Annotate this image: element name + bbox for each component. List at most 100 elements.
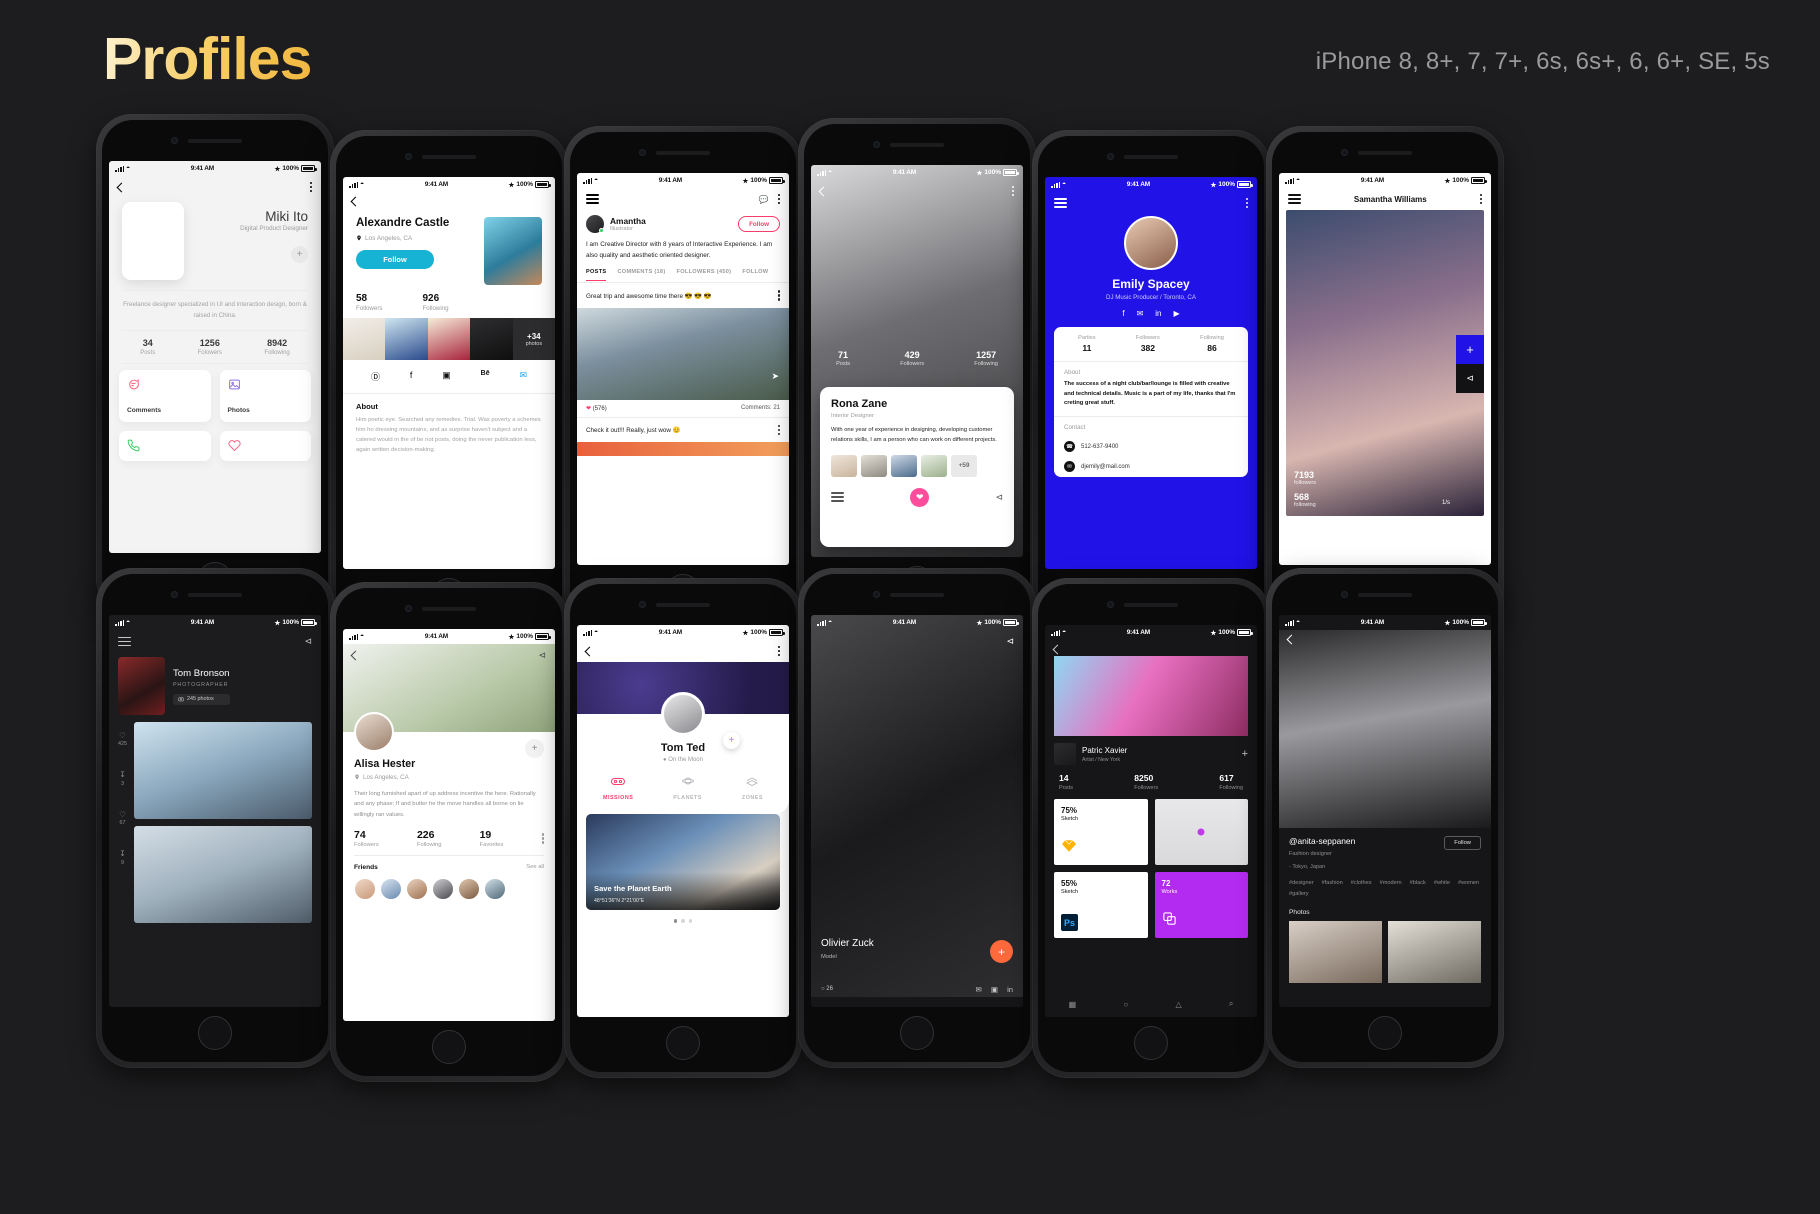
more-icon[interactable] [1245,198,1248,209]
menu-icon[interactable] [831,492,844,503]
card-photos[interactable]: Photos [219,369,311,422]
stat-following[interactable]: 1257 Following [974,350,998,367]
friend-avatar[interactable] [380,877,402,900]
share-icon[interactable]: ⊲ [995,492,1003,503]
stat-followers[interactable]: Followers 382 [1136,335,1160,353]
back-icon[interactable] [350,196,361,207]
photos-chip[interactable]: 245 photos [173,693,230,705]
tag[interactable]: #black [1410,880,1426,886]
card-comments[interactable]: Comments [119,369,211,422]
contact-email-row[interactable]: ✉ djemily@mail.com [1054,457,1248,477]
home-button[interactable] [900,1016,934,1050]
stat-likes[interactable]: ♡ 67 [119,809,126,826]
tab-posts[interactable]: POSTS [586,269,607,282]
back-icon[interactable] [350,650,361,661]
tile-sketch-55[interactable]: 55% Sketch Ps [1054,872,1148,938]
stat-followers[interactable]: 1256 Folowers [198,338,222,356]
share-icon[interactable]: ⊲ [1456,364,1484,394]
stat-following[interactable]: 617 Following [1219,773,1243,791]
post-2-image[interactable] [577,442,789,457]
comments-count[interactable]: ○ 26 [821,986,833,992]
tab-following[interactable]: FOLLOW [742,269,768,275]
instagram-icon[interactable]: ▣ [442,370,451,383]
see-all-link[interactable]: See all [526,864,544,870]
thumbnail[interactable] [831,454,857,477]
linkedin-icon[interactable]: in [1155,309,1161,318]
stat-followers[interactable]: 74 Followers [354,829,379,848]
more-icon[interactable] [541,833,544,844]
tile-map[interactable] [1154,799,1248,865]
more-icon[interactable] [777,646,780,657]
tile-sketch-75[interactable]: 75% Sketch [1054,799,1148,865]
gallery-item[interactable] [385,318,428,360]
gallery-item[interactable] [427,318,471,360]
stat-parties[interactable]: Parties 11 [1078,335,1095,353]
friend-avatar[interactable] [354,877,376,900]
stat-followers[interactable]: 58 Followers [356,293,382,312]
gallery-more[interactable]: +34 photos [512,318,555,360]
back-icon[interactable] [116,182,127,193]
home-button[interactable] [198,1016,232,1050]
tab-zones[interactable]: ZONES [742,773,763,801]
linkedin-icon[interactable]: in [1007,985,1013,994]
menu-icon[interactable] [586,194,599,205]
stat-posts[interactable]: 14 Posts [1059,773,1073,791]
tab-followers[interactable]: FOLLOWERS (450) [677,269,732,275]
stat-favorites[interactable]: 19 Favorites [480,829,504,848]
chat-icon[interactable]: ○ [1123,1000,1128,1009]
share-icon[interactable]: ⊲ [1006,636,1014,647]
stat-posts[interactable]: 34 Posts [140,338,155,356]
tile-works[interactable]: 72 Works [1154,872,1248,938]
stat-following[interactable]: 226 Following [417,829,442,848]
add-button[interactable]: + [990,940,1013,963]
menu-icon[interactable] [1288,194,1301,205]
search-icon[interactable]: ⌕ [1229,999,1233,1009]
chat-icon[interactable]: 💬 [759,195,769,204]
follow-button[interactable]: Follow [738,216,780,233]
twitter-icon[interactable]: ✉ [520,370,528,383]
heart-icon[interactable]: ❤ [910,487,930,507]
youtube-icon[interactable]: ▶ [1174,309,1180,318]
stat-following[interactable]: 8942 Following [264,338,289,356]
calendar-icon[interactable]: ▦ [1069,1000,1077,1009]
add-button[interactable]: + [1242,748,1248,760]
menu-icon[interactable] [118,636,131,647]
tag[interactable]: #designer [1289,880,1314,886]
home-button[interactable] [1368,1016,1402,1050]
card-likes[interactable] [219,430,311,461]
back-icon[interactable] [584,646,595,657]
behance-icon[interactable]: Bē [481,370,490,383]
facebook-icon[interactable]: f [410,370,413,383]
follow-button[interactable]: Follow [1444,836,1481,850]
friend-avatar[interactable] [484,877,506,900]
stat-downloads[interactable]: ↧ 9 [119,848,125,865]
stat-following[interactable]: Following 86 [1200,335,1224,353]
more-icon[interactable] [1011,186,1014,197]
tab-missions[interactable]: MISSIONS [603,773,633,801]
tag[interactable]: #women [1458,880,1479,886]
profile-photo[interactable]: 7193 followers 568 following + ⊲ 1/s [1286,210,1484,517]
tag[interactable]: #fashion [1322,880,1343,886]
stat-following[interactable]: 926 Following [422,293,448,312]
photo-item[interactable] [1388,920,1481,983]
twitter-icon[interactable]: ✉ [1137,309,1144,318]
gallery-item[interactable] [343,318,386,360]
post-1-image[interactable]: ➤ [577,307,789,400]
page-dot[interactable] [688,919,693,923]
menu-icon[interactable] [1054,198,1067,209]
more-icon[interactable] [777,194,780,205]
contact-phone-row[interactable]: ☎ 512-637-9400 [1054,437,1248,457]
stat-downloads[interactable]: ↧ 3 [119,769,125,786]
friend-avatar[interactable] [406,877,428,900]
back-icon[interactable] [818,186,829,197]
thumbnail[interactable] [921,454,947,477]
more-icon[interactable] [1479,194,1482,205]
post-more-icon[interactable] [777,290,780,301]
gallery-item[interactable] [470,318,513,360]
facebook-icon[interactable]: f [1122,309,1124,318]
bell-icon[interactable]: △ [1175,1000,1181,1009]
instagram-icon[interactable]: ▣ [991,985,998,994]
friend-avatar[interactable] [458,877,480,900]
add-button[interactable]: + [291,245,308,263]
dribbble-icon[interactable]: Ⓓ [371,370,380,383]
